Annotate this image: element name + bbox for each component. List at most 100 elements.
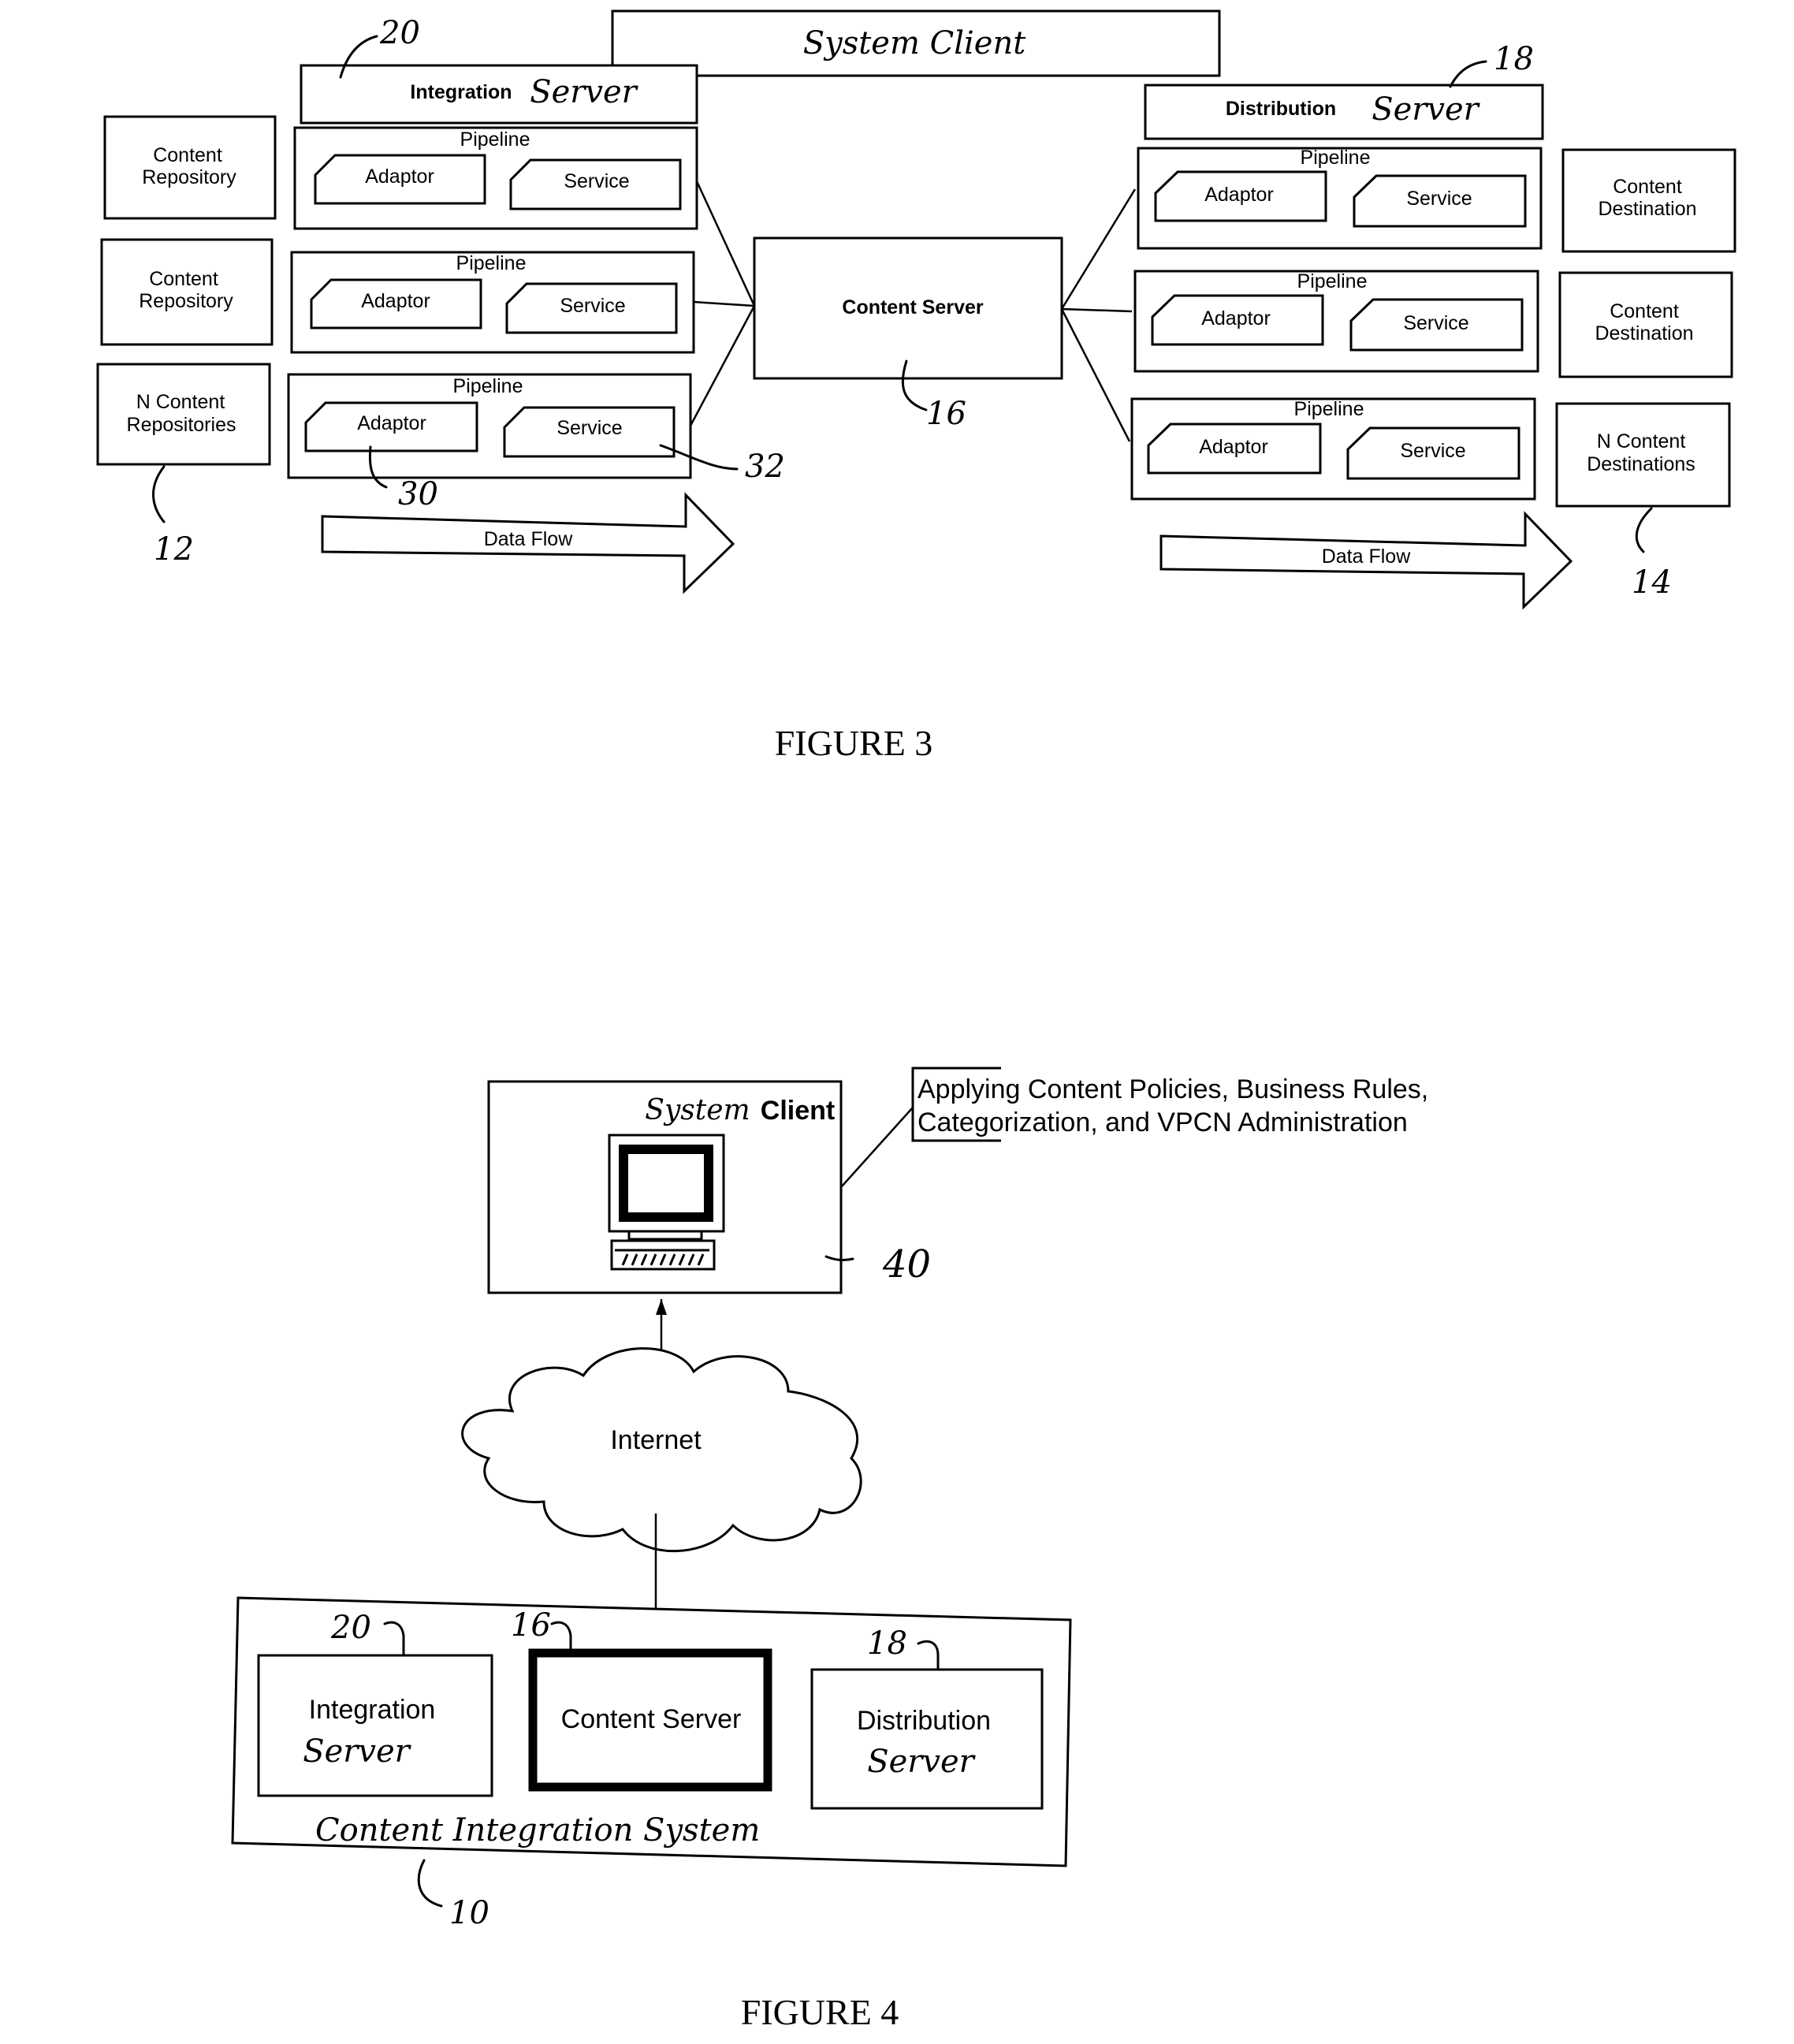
repository-line1: Content: [149, 268, 218, 290]
integration-server-header: Integration Server: [300, 64, 698, 125]
connector: [693, 300, 755, 307]
adaptor-label: Adaptor: [1201, 307, 1271, 329]
ref-30: 30: [398, 476, 438, 512]
pipeline-title: Pipeline: [453, 375, 523, 397]
ref-18-leader: [1449, 60, 1487, 88]
ref-10-leader: [417, 1859, 443, 1908]
ref-16: 16: [511, 1607, 551, 1644]
distribution-server-box: Distribution Server: [810, 1668, 1044, 1810]
distribution-server-handwritten-label: Server: [1372, 91, 1480, 128]
content-destination-n: N Content Destinations: [1555, 402, 1731, 508]
distribution-pipeline-3: Pipeline Adaptor Service: [1130, 397, 1536, 501]
distribution-pipeline-1: Pipeline Adaptor Service: [1137, 147, 1543, 250]
data-flow-label: Data Flow: [484, 528, 573, 550]
pipeline-title: Pipeline: [1294, 398, 1364, 420]
integration-server-line1: Integration: [309, 1695, 436, 1725]
destination-line2: Destinations: [1587, 453, 1695, 475]
integration-pipeline-3: Pipeline Adaptor Service: [287, 373, 692, 479]
destination-line1: Content: [1613, 176, 1682, 198]
service-label: Service: [556, 417, 622, 439]
content-destination-2: Content Destination: [1558, 271, 1733, 378]
repository-line1: N Content: [136, 391, 225, 413]
distribution-server-header: Distribution Server: [1144, 84, 1544, 140]
integration-server-box: Integration Server: [257, 1654, 493, 1797]
figure-4: System Client 40 Applying Content Polici…: [231, 1067, 1428, 2032]
integration-pipeline-2: Pipeline Adaptor Service: [290, 251, 695, 354]
repository-line2: Repository: [142, 166, 236, 188]
data-flow-label: Data Flow: [1322, 545, 1411, 568]
content-repository-1: Content Repository: [103, 115, 277, 220]
system-client-label: System Client: [803, 25, 1027, 61]
adaptor-label: Adaptor: [1199, 436, 1268, 458]
content-integration-system-label: Content Integration System: [315, 1812, 760, 1849]
repository-line2: Repositories: [127, 414, 236, 436]
ref-18: 18: [867, 1625, 907, 1662]
ref-40: 40: [882, 1242, 931, 1286]
figure-4-caption: FIGURE 4: [741, 1992, 899, 2032]
integration-pipeline-1: Pipeline Adaptor Service: [293, 126, 698, 230]
integration-server-printed-label: Integration: [410, 81, 512, 103]
connector: [689, 305, 756, 426]
arrowhead-up-icon: [656, 1299, 667, 1315]
content-server-label: Content Server: [561, 1704, 742, 1734]
ref-14: 14: [1632, 564, 1672, 601]
callout-leader: [841, 1107, 914, 1187]
adaptor-label: Adaptor: [1204, 184, 1274, 206]
distribution-server-line1: Distribution: [857, 1706, 991, 1736]
destination-line2: Destination: [1595, 322, 1693, 344]
service-label: Service: [564, 170, 629, 192]
connector: [1060, 188, 1137, 310]
data-flow-arrow-right: Data Flow: [1159, 511, 1573, 610]
adaptor-label: Adaptor: [357, 412, 426, 434]
callout-line2: Categorization, and VPCN Administration: [917, 1108, 1408, 1137]
ref-20: 20: [379, 15, 420, 51]
ref-14-leader: [1635, 507, 1653, 553]
ref-10: 10: [449, 1895, 489, 1931]
destination-line1: Content: [1610, 300, 1679, 322]
content-server-label: Content Server: [842, 296, 983, 318]
ref-16: 16: [926, 396, 966, 432]
distribution-pipeline-2: Pipeline Adaptor Service: [1133, 270, 1539, 373]
callout-line1: Applying Content Policies, Business Rule…: [917, 1074, 1428, 1104]
data-flow-arrow-left: Data Flow: [321, 492, 735, 594]
adaptor-label: Adaptor: [365, 166, 434, 188]
distribution-server-line2: Server: [867, 1744, 976, 1780]
computer-icon: [608, 1134, 725, 1271]
adaptor-label: Adaptor: [361, 290, 430, 312]
integration-server-line2: Server: [303, 1733, 411, 1770]
system-client-handwritten-label: System: [645, 1094, 750, 1126]
system-client-printed-label: Client: [761, 1096, 835, 1126]
internet-cloud-icon: Internet: [461, 1347, 862, 1552]
pipeline-title: Pipeline: [1297, 270, 1368, 292]
connector: [1061, 307, 1133, 313]
content-server-box: Content Server: [528, 1648, 772, 1792]
ref-20: 20: [330, 1610, 371, 1646]
pipeline-title: Pipeline: [1301, 147, 1371, 169]
content-server-box: Content Server: [753, 236, 1063, 380]
pipeline-title: Pipeline: [460, 128, 530, 151]
repository-line2: Repository: [139, 290, 233, 312]
service-label: Service: [1403, 312, 1468, 334]
ref-18: 18: [1494, 41, 1534, 77]
patent-figures: System Client Integration Server 20 Pipe…: [96, 9, 1736, 2032]
content-repository-n: N Content Repositories: [96, 363, 271, 466]
figure-3: System Client Integration Server 20 Pipe…: [96, 9, 1736, 763]
destination-line2: Destination: [1598, 198, 1696, 220]
content-destination-1: Content Destination: [1561, 148, 1736, 253]
connector: [1060, 308, 1131, 442]
ref-12: 12: [154, 531, 194, 568]
distribution-server-printed-label: Distribution: [1226, 98, 1336, 120]
pipeline-title: Pipeline: [456, 252, 527, 274]
internet-label: Internet: [610, 1425, 702, 1455]
service-label: Service: [1406, 188, 1472, 210]
figure-3-caption: FIGURE 3: [775, 723, 933, 763]
integration-server-handwritten-label: Server: [530, 74, 638, 110]
content-repository-2: Content Repository: [100, 238, 274, 346]
ref-12-leader: [152, 465, 166, 523]
connector: [695, 181, 756, 307]
service-label: Service: [560, 295, 625, 317]
service-label: Service: [1400, 440, 1465, 462]
destination-line1: N Content: [1597, 430, 1686, 452]
system-client-box: System Client: [611, 9, 1221, 77]
ref-32: 32: [745, 449, 785, 485]
